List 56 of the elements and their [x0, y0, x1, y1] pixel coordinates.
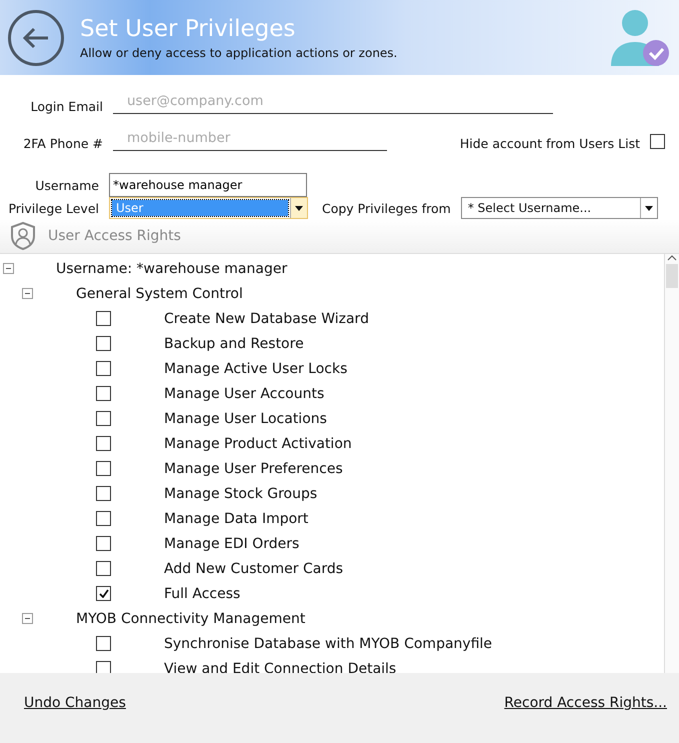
permission-label: Manage Product Activation [164, 436, 352, 452]
permission-checkbox[interactable] [96, 586, 111, 601]
back-arrow-icon [22, 26, 50, 50]
collapse-toggle-icon[interactable] [22, 613, 33, 624]
copy-privileges-dropdown[interactable]: * Select Username... [460, 197, 658, 219]
permission-label: Synchronise Database with MYOB Companyfile [164, 636, 492, 652]
permission-label: Manage Data Import [164, 510, 308, 526]
page-title: Set User Privileges [80, 16, 296, 42]
permission-checkbox[interactable] [96, 411, 111, 426]
dropdown-arrow-icon [644, 206, 653, 210]
scroll-up-icon [667, 254, 677, 262]
permission-checkbox[interactable] [96, 561, 111, 576]
permission-checkbox[interactable] [96, 636, 111, 651]
permission-label: Create New Database Wizard [164, 310, 369, 326]
checkbox-label: Hide account from Users List [460, 136, 641, 151]
permission-checkbox[interactable] [96, 311, 111, 326]
tree-node-label: Username: *warehouse manager [56, 260, 288, 276]
permission-checkbox[interactable] [96, 461, 111, 476]
hide-account-checkbox[interactable] [650, 134, 665, 149]
tree-node-label: General System Control [76, 286, 243, 302]
record-access-rights-link[interactable]: Record Access Rights... [504, 695, 667, 711]
permission-checkbox[interactable] [96, 486, 111, 501]
permission-label: Add New Customer Cards [164, 560, 344, 576]
back-button[interactable] [8, 10, 64, 66]
undo-changes-link[interactable]: Undo Changes [24, 695, 126, 711]
permission-label: View and Edit Connection Details [164, 660, 396, 673]
permission-checkbox[interactable] [96, 511, 111, 526]
field-label: Username [34, 178, 100, 192]
permission-label: Manage Stock Groups [164, 486, 318, 502]
permission-checkbox[interactable] [96, 336, 111, 351]
permission-label: Manage User Preferences [164, 460, 343, 476]
permission-label: Manage Active User Locks [164, 360, 348, 376]
permission-label: Manage User Locations [164, 410, 327, 426]
permission-checkbox[interactable] [96, 436, 111, 451]
permission-label: Full Access [164, 586, 240, 602]
field-label: Copy Privileges from [321, 200, 452, 216]
field-label: 2FA Phone # [22, 136, 104, 151]
tree-node-label: MYOB Connectivity Management [76, 610, 306, 626]
collapse-toggle-icon[interactable] [22, 288, 33, 299]
field-label: Privilege Level [7, 200, 100, 216]
field-label: Login Email [30, 99, 104, 114]
collapse-toggle-icon[interactable] [3, 263, 14, 274]
permission-checkbox[interactable] [96, 361, 111, 376]
section-title: User Access Rights [48, 228, 181, 244]
permission-checkbox[interactable] [96, 386, 111, 401]
permission-label: Manage User Accounts [164, 386, 324, 402]
permission-label: Backup and Restore [164, 336, 304, 352]
username-field[interactable]: *warehouse manager [109, 173, 307, 197]
page-subtitle: Allow or deny access to application actions or zones. [80, 46, 398, 60]
user-check-icon [609, 8, 671, 68]
permission-checkbox[interactable] [96, 661, 111, 673]
permission-label: Manage EDI Orders [164, 536, 300, 552]
shield-user-icon [10, 221, 36, 251]
permission-checkbox[interactable] [96, 536, 111, 551]
scrollbar-thumb[interactable] [666, 264, 678, 288]
dropdown-arrow-icon [295, 206, 303, 210]
